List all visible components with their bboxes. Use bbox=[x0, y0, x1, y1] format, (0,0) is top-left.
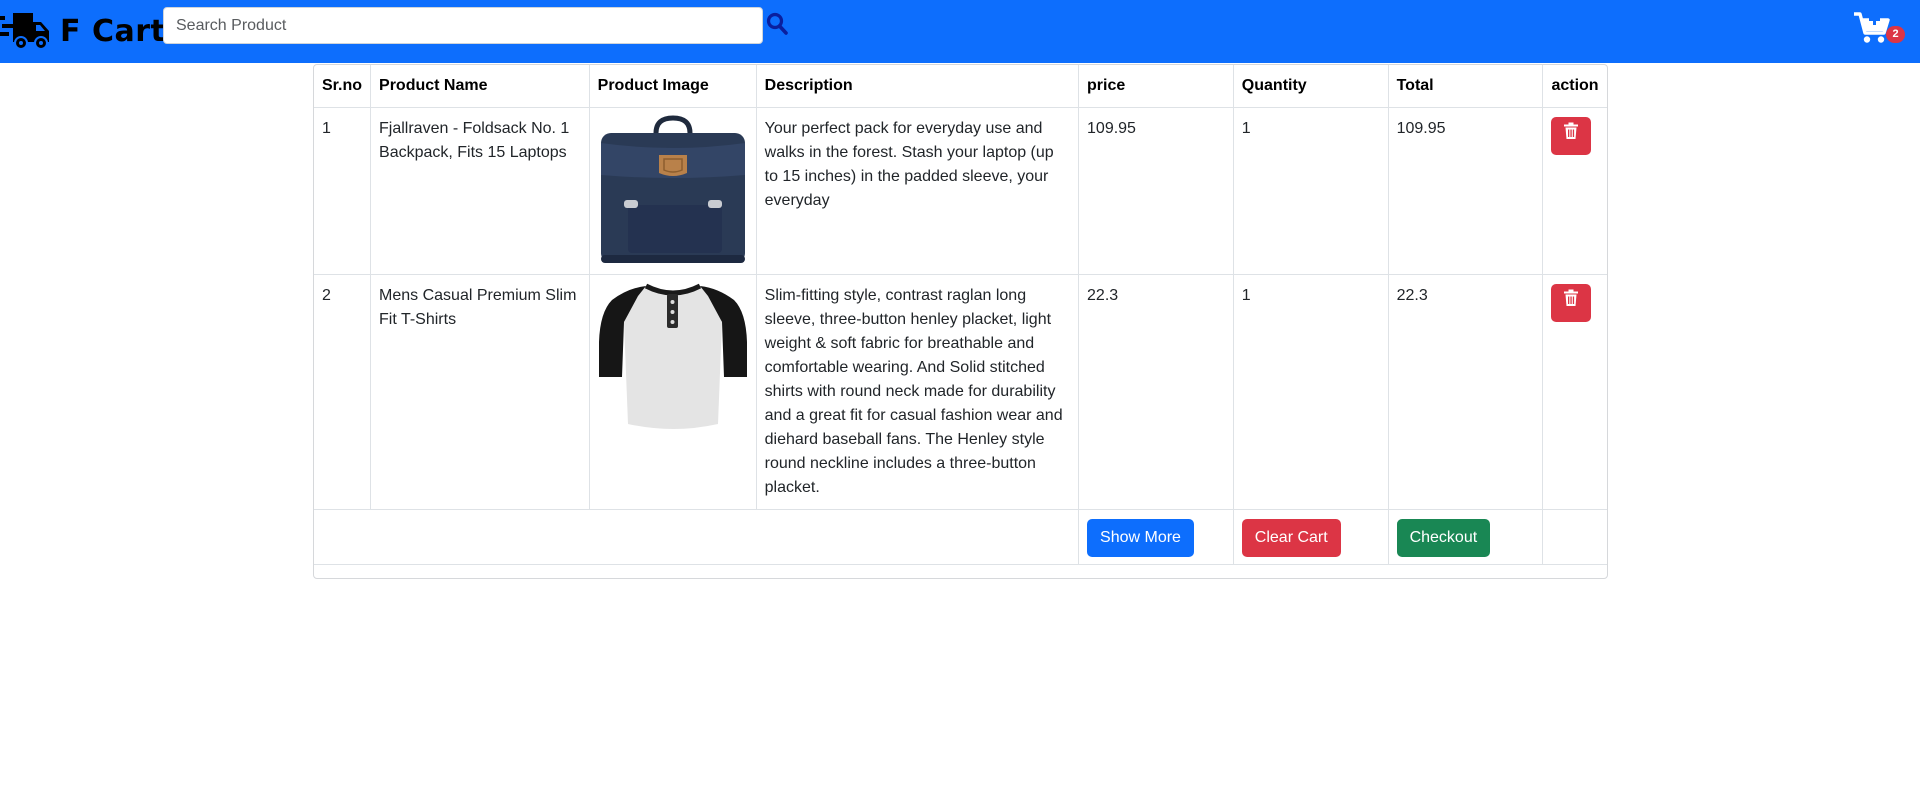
row-srno: 2 bbox=[314, 274, 372, 510]
navy-backpack-image bbox=[598, 115, 748, 265]
row-action-cell bbox=[1542, 107, 1607, 275]
raglan-tshirt-image bbox=[598, 282, 748, 432]
truck-icon bbox=[0, 12, 50, 50]
cart-table: Sr.no Product Name Product Image Descrip… bbox=[314, 65, 1607, 565]
cart-button[interactable]: 2 bbox=[1853, 11, 1907, 47]
footer-end-cell bbox=[1542, 509, 1607, 565]
footer-clear-cart-cell: Clear Cart bbox=[1232, 509, 1389, 565]
navbar: F Cart 2 bbox=[0, 0, 1920, 63]
checkout-button[interactable]: Checkout bbox=[1396, 518, 1491, 557]
header-price: price bbox=[1078, 65, 1234, 108]
table-footer-row: Show More Clear Cart Checkout bbox=[314, 509, 1607, 565]
trash-icon bbox=[1563, 117, 1579, 155]
delete-item-button[interactable] bbox=[1551, 117, 1592, 155]
header-total: Total bbox=[1387, 65, 1544, 108]
row-price: 109.95 bbox=[1078, 107, 1234, 275]
table-header-row: Sr.no Product Name Product Image Descrip… bbox=[314, 65, 1607, 108]
row-srno: 1 bbox=[314, 107, 372, 275]
search-input[interactable] bbox=[163, 7, 763, 44]
row-quantity: 1 bbox=[1232, 274, 1389, 510]
row-action-cell bbox=[1542, 274, 1607, 510]
delete-item-button[interactable] bbox=[1551, 284, 1592, 322]
brand[interactable]: F Cart bbox=[0, 10, 165, 52]
footer-show-more-cell: Show More bbox=[1078, 509, 1234, 565]
table-row: 1 Fjallraven - Foldsack No. 1 Backpack, … bbox=[314, 107, 1607, 275]
row-description: Your perfect pack for everyday use and w… bbox=[755, 107, 1080, 275]
show-more-button[interactable]: Show More bbox=[1087, 518, 1194, 557]
cart-count-badge: 2 bbox=[1886, 26, 1905, 43]
row-price: 22.3 bbox=[1078, 274, 1234, 510]
row-description: Slim-fitting style, contrast raglan long… bbox=[755, 274, 1080, 510]
header-product-image: Product Image bbox=[588, 65, 757, 108]
header-product-name: Product Name bbox=[370, 65, 590, 108]
clear-cart-button[interactable]: Clear Cart bbox=[1241, 518, 1341, 557]
trash-icon bbox=[1563, 284, 1579, 322]
row-product-name: Fjallraven - Foldsack No. 1 Backpack, Fi… bbox=[370, 107, 590, 275]
footer-empty-cell bbox=[314, 509, 1080, 565]
search-button[interactable] bbox=[766, 12, 788, 36]
footer-checkout-cell: Checkout bbox=[1387, 509, 1544, 565]
brand-name: F Cart bbox=[60, 13, 166, 49]
table-row: 2 Mens Casual Premium Slim Fit T-Shirts bbox=[314, 274, 1607, 510]
row-product-name: Mens Casual Premium Slim Fit T-Shirts bbox=[370, 274, 590, 510]
search-icon bbox=[766, 12, 788, 40]
header-srno: Sr.no bbox=[314, 65, 372, 108]
header-description: Description bbox=[755, 65, 1080, 108]
header-action: action bbox=[1542, 65, 1607, 108]
row-total: 109.95 bbox=[1387, 107, 1544, 275]
row-total: 22.3 bbox=[1387, 274, 1544, 510]
cart-card: Sr.no Product Name Product Image Descrip… bbox=[313, 64, 1608, 579]
row-product-image-cell bbox=[588, 274, 757, 510]
header-quantity: Quantity bbox=[1232, 65, 1389, 108]
row-quantity: 1 bbox=[1232, 107, 1389, 275]
row-product-image-cell bbox=[588, 107, 757, 275]
